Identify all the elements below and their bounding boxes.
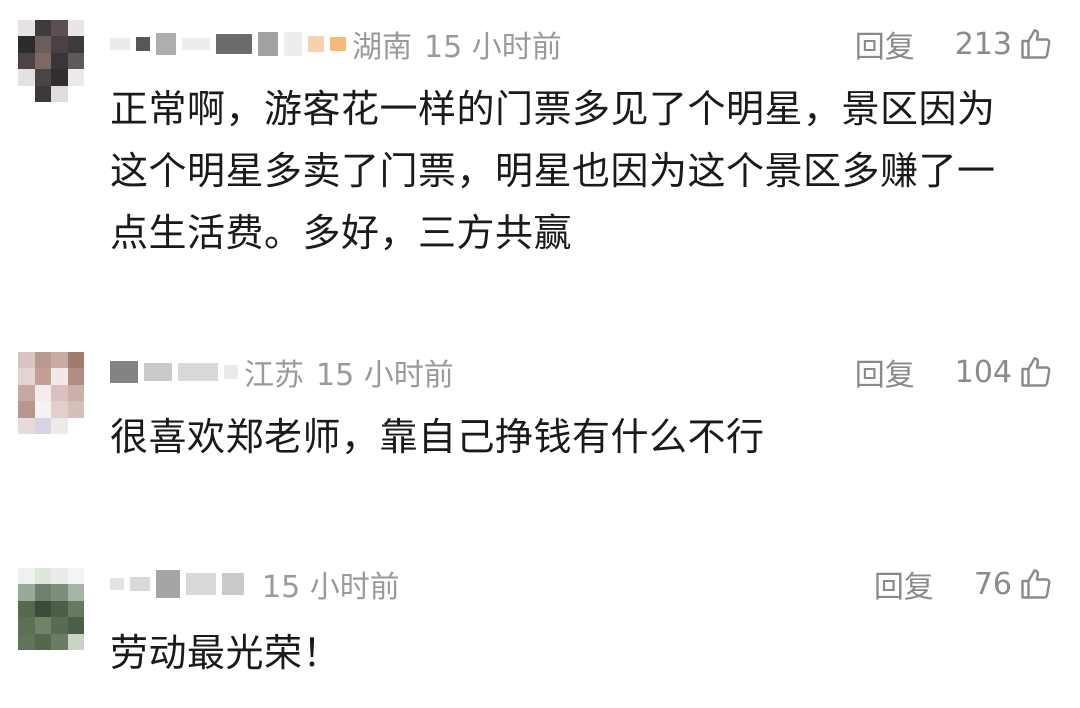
thumbs-up-icon: [1021, 29, 1051, 59]
username-redacted[interactable]: [110, 361, 238, 383]
like-count: 76: [973, 566, 1012, 602]
thumbs-up-icon: [1021, 569, 1051, 599]
comment-text: 劳动最光荣！: [110, 622, 1060, 684]
like-count: 213: [954, 26, 1012, 62]
like-count: 104: [954, 354, 1012, 390]
like-button[interactable]: [1018, 26, 1054, 62]
comment-actions: 回复 104: [855, 350, 1054, 394]
comment-line: 这个明星多卖了门票，明星也因为这个景区多赚了一: [110, 149, 996, 193]
like-button[interactable]: [1018, 354, 1054, 390]
comment-text: 很喜欢郑老师，靠自己挣钱有什么不行: [110, 406, 1060, 468]
location-label: 江苏: [244, 358, 304, 393]
location-label: 湖南: [352, 30, 412, 65]
thumbs-up-icon: [1021, 357, 1051, 387]
comment-meta: 湖南 15 小时前: [110, 22, 562, 66]
timestamp: 15 小时前: [262, 570, 400, 605]
username-redacted[interactable]: [110, 570, 244, 598]
timestamp: 15 小时前: [316, 358, 454, 393]
avatar[interactable]: [18, 568, 84, 650]
username-redacted[interactable]: [110, 32, 346, 56]
comment-meta: 15 小时前: [110, 562, 400, 606]
comment-line: 点生活费。多好，三方共赢: [110, 211, 573, 255]
avatar[interactable]: [18, 352, 84, 434]
comment-actions: 回复 76: [874, 562, 1054, 606]
comment-line: 很喜欢郑老师，靠自己挣钱有什么不行: [110, 415, 765, 459]
reply-button[interactable]: 回复: [855, 350, 915, 394]
like-button[interactable]: [1018, 566, 1054, 602]
comment-text: 正常啊，游客花一样的门票多见了个明星，景区因为 这个明星多卖了门票，明星也因为这…: [110, 78, 1060, 264]
timestamp: 15 小时前: [424, 30, 562, 65]
comment-actions: 回复 213: [855, 22, 1054, 66]
reply-button[interactable]: 回复: [874, 562, 934, 606]
comment-line: 劳动最光荣！: [110, 631, 342, 675]
reply-button[interactable]: 回复: [855, 22, 915, 66]
avatar[interactable]: [18, 20, 84, 102]
comment-line: 正常啊，游客花一样的门票多见了个明星，景区因为: [110, 87, 996, 131]
comment-meta: 江苏 15 小时前: [110, 350, 454, 394]
